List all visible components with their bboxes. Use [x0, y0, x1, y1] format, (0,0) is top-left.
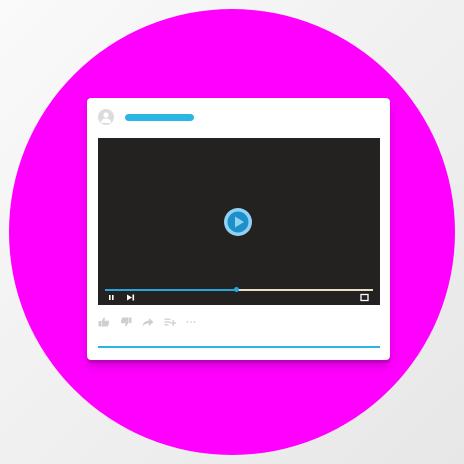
pause-button[interactable] — [108, 293, 115, 302]
share-button[interactable] — [142, 317, 154, 327]
like-button[interactable] — [98, 317, 110, 327]
progress-bar[interactable] — [105, 287, 373, 292]
background — [0, 0, 464, 464]
video-player[interactable] — [98, 138, 380, 305]
more-button[interactable] — [186, 317, 196, 327]
share-icon — [142, 318, 154, 327]
post-title-placeholder — [125, 114, 194, 121]
dislike-button[interactable] — [120, 317, 132, 327]
video-post-card — [87, 98, 390, 360]
divider-line — [98, 346, 380, 348]
thumbs-up-icon — [98, 317, 109, 327]
playlist-add-icon — [164, 318, 176, 326]
fullscreen-icon — [360, 293, 369, 302]
play-button[interactable] — [224, 208, 252, 236]
skip-next-icon — [127, 294, 135, 301]
more-icon — [186, 321, 196, 323]
progress-handle[interactable] — [234, 287, 240, 292]
next-button[interactable] — [126, 293, 136, 302]
thumbs-down-icon — [121, 317, 132, 327]
play-icon — [227, 211, 249, 233]
avatar[interactable] — [98, 109, 114, 125]
user-icon — [101, 112, 111, 123]
fullscreen-button[interactable] — [360, 293, 369, 302]
progress-fill — [105, 289, 237, 291]
pause-icon — [109, 295, 114, 300]
save-button[interactable] — [164, 317, 176, 327]
